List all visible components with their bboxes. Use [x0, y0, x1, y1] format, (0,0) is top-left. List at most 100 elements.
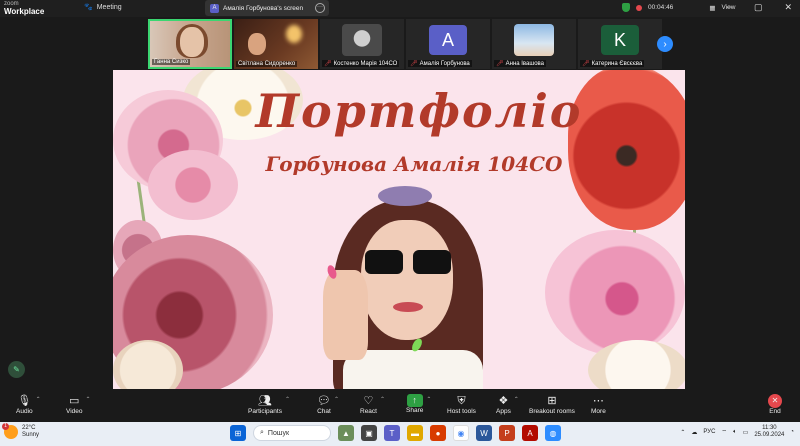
grid-icon[interactable]: ▦: [709, 4, 715, 12]
white-flower-image: [588, 340, 685, 389]
end-meeting-button[interactable]: ✕ End: [768, 394, 782, 415]
notifications-icon[interactable]: ◔: [790, 429, 794, 435]
os-taskbar: 1 22°C Sunny ⊞ ⌕ Пошук ▲ ▣ T ▬ ● ◉ W P A…: [0, 422, 800, 446]
video-options-caret-icon[interactable]: ⌃: [85, 396, 90, 403]
pink-flower-image: [545, 230, 685, 355]
screen-share-indicator[interactable]: A Амалія Горбунова's screen ···: [205, 0, 329, 16]
participant-name: Ганна Сизко: [154, 59, 189, 65]
taskbar-search[interactable]: ⌕ Пошук: [253, 425, 331, 441]
host-tools-button[interactable]: ⛨ Host tools: [447, 394, 476, 415]
portrait-hand: [323, 270, 368, 360]
temperature: 22°C: [22, 425, 36, 431]
participants-count: 9: [264, 395, 268, 401]
video-label: Video: [66, 408, 83, 415]
widgets-icon[interactable]: ▲: [338, 425, 354, 441]
more-button[interactable]: ⋯ More: [591, 394, 606, 415]
onedrive-icon[interactable]: ☁: [691, 429, 697, 436]
participants-button[interactable]: 👥︎ 9 Participants ⌃: [248, 394, 290, 415]
maps-pin-icon[interactable]: ●: [430, 425, 446, 441]
apps-icon: ❖: [498, 395, 509, 407]
start-windows-icon[interactable]: ⊞: [230, 425, 246, 441]
zoom-taskbar-icon[interactable]: ◍: [545, 425, 561, 441]
participant-name-tag: 🎤︎ Анна Івашова: [494, 60, 546, 67]
sharer-avatar: A: [210, 3, 219, 13]
brand-line2: Workplace: [4, 7, 45, 16]
taskbar-apps: ⊞ ⌕ Пошук ▲ ▣ T ▬ ● ◉ W P A ◍: [230, 425, 561, 441]
teams-icon[interactable]: T: [384, 425, 400, 441]
share-screen-icon: ↑: [406, 394, 423, 407]
participant-tile[interactable]: Ганна Сизко: [148, 19, 232, 69]
volume-icon[interactable]: 🔈︎: [733, 429, 737, 436]
participant-letter-avatar: A: [429, 25, 467, 55]
next-page-arrow-icon[interactable]: ›: [657, 36, 673, 52]
muted-mic-icon: 🎤︎: [496, 61, 504, 67]
share-options-caret-icon[interactable]: ⌃: [426, 396, 431, 403]
weather-condition: Sunny: [22, 432, 40, 438]
share-button[interactable]: ↑ Share ⌃: [406, 394, 431, 414]
participant-name-tag: Ганна Сизко: [152, 59, 191, 65]
apps-options-caret-icon[interactable]: ⌃: [514, 396, 519, 403]
clock[interactable]: 11:30 25.09.2024: [754, 425, 784, 439]
portrait-scrunchie: [378, 186, 432, 206]
clock-time: 11:30: [762, 425, 777, 431]
participant-tile[interactable]: Світлана Сидоренко: [234, 19, 318, 69]
background-lamp: [286, 25, 302, 43]
meeting-menu[interactable]: 🐾 Meeting: [84, 3, 122, 12]
participant-name-tag: 🎤︎ Катерина Євсєєва: [580, 60, 645, 67]
participant-face: [180, 27, 204, 57]
apps-button[interactable]: ❖ Apps ⌃: [496, 394, 519, 415]
battery-icon[interactable]: ▭: [743, 429, 749, 436]
portrait-lips: [393, 302, 423, 312]
sunglasses-lens: [365, 250, 403, 274]
meeting-label: Meeting: [96, 3, 122, 11]
task-view-icon[interactable]: ▣: [361, 425, 377, 441]
participant-tile[interactable]: K 🎤︎ Катерина Євсєєва: [578, 19, 662, 69]
word-icon[interactable]: W: [476, 425, 492, 441]
participant-tile[interactable]: 🎤︎ Костенко Марія 104СО: [320, 19, 404, 69]
breakout-rooms-icon: ⊞: [547, 395, 557, 407]
video-camera-icon: ▭: [69, 395, 80, 407]
powerpoint-icon[interactable]: P: [499, 425, 515, 441]
recording-dot-icon: [636, 4, 642, 11]
notification-badge: 1: [2, 423, 9, 430]
minimize-icon[interactable]: −: [727, 2, 732, 13]
window-controls: − ▢ ✕: [727, 2, 792, 13]
audio-label: Audio: [16, 408, 33, 415]
tray-expand-icon[interactable]: ⌃: [680, 429, 685, 436]
shield-icon: ⛨: [457, 395, 466, 407]
audio-button[interactable]: 🎙︎ Audio ⌃: [16, 394, 41, 415]
wifi-icon[interactable]: ⌔: [721, 428, 727, 436]
participant-tile[interactable]: A 🎤︎ Амалія Горбунова: [406, 19, 490, 69]
chrome-icon[interactable]: ◉: [453, 425, 469, 441]
encryption-shield-icon[interactable]: [622, 3, 630, 12]
close-icon[interactable]: ✕: [784, 2, 792, 13]
video-button[interactable]: ▭ Video ⌃: [66, 394, 91, 415]
chat-options-caret-icon[interactable]: ⌃: [334, 396, 339, 403]
more-options-icon[interactable]: ···: [315, 3, 325, 13]
maximize-icon[interactable]: ▢: [754, 2, 763, 13]
react-button[interactable]: ♡ React ⌃: [360, 394, 385, 415]
react-options-caret-icon[interactable]: ⌃: [380, 396, 385, 403]
participant-tile[interactable]: 🎤︎ Анна Івашова: [492, 19, 576, 69]
participants-options-caret-icon[interactable]: ⌃: [285, 396, 290, 403]
search-icon: ⌕: [260, 429, 264, 436]
chat-button[interactable]: 💬︎ Chat ⌃: [317, 394, 339, 415]
react-label: React: [360, 408, 377, 415]
muted-mic-icon: 🎤︎: [582, 61, 590, 67]
meeting-toolbar: 🎙︎ Audio ⌃ ▭ Video ⌃ 👥︎ 9 Participants ⌃…: [0, 392, 800, 422]
paw-icon: 🐾: [84, 4, 93, 11]
pdf-icon[interactable]: A: [522, 425, 538, 441]
chat-icon: 💬︎: [317, 395, 331, 407]
breakout-rooms-button[interactable]: ⊞ Breakout rooms: [529, 394, 575, 415]
participant-photo: [514, 24, 554, 56]
language-indicator[interactable]: РУС: [703, 429, 715, 435]
weather-widget[interactable]: 1 22°C Sunny: [2, 423, 40, 439]
audio-options-caret-icon[interactable]: ⌃: [36, 396, 41, 403]
participant-strip: Ганна Сизко Світлана Сидоренко 🎤︎ Костен…: [148, 19, 662, 69]
meeting-status: 00:04:46 ▦ View: [622, 3, 735, 12]
file-explorer-icon[interactable]: ▬: [407, 425, 423, 441]
annotate-pen-icon[interactable]: ✎: [8, 361, 25, 378]
microphone-icon: 🎙︎: [17, 395, 32, 407]
participant-name-tag: 🎤︎ Костенко Марія 104СО: [322, 60, 400, 67]
end-label: End: [769, 408, 781, 415]
